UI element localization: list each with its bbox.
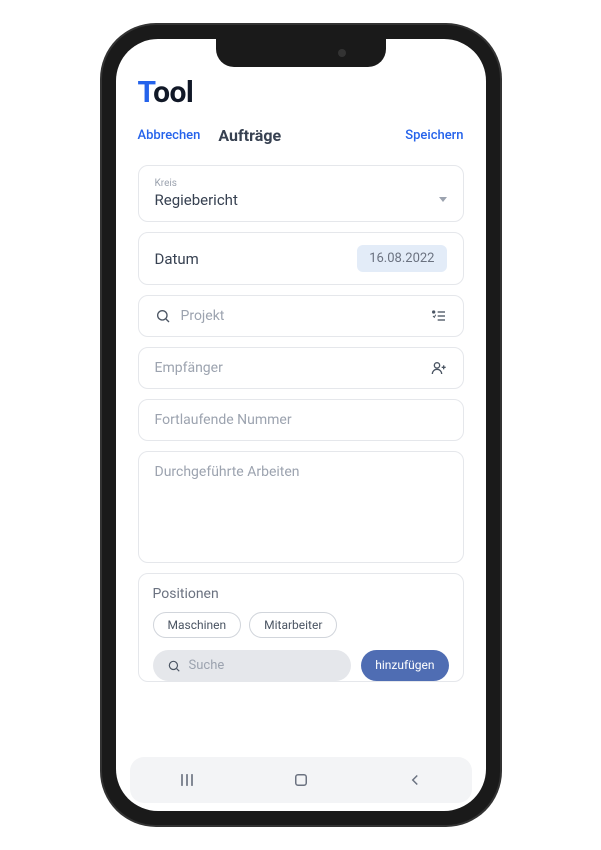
- cancel-button[interactable]: Abbrechen: [138, 128, 201, 143]
- nav-recent-button[interactable]: [177, 770, 197, 790]
- positionen-search-placeholder: Suche: [189, 658, 225, 673]
- phone-screen: Tool Abbrechen Aufträge Speichern Kreis …: [116, 39, 486, 811]
- empfaenger-placeholder: Empfänger: [155, 360, 421, 376]
- logo-accent: T: [138, 75, 154, 110]
- chip-mitarbeiter[interactable]: Mitarbeiter: [249, 612, 337, 638]
- datum-label: Datum: [155, 250, 199, 268]
- android-navbar: [130, 757, 472, 803]
- app-logo: Tool: [138, 75, 464, 110]
- empfaenger-input[interactable]: Empfänger: [138, 347, 464, 389]
- app-content: Tool Abbrechen Aufträge Speichern Kreis …: [116, 39, 486, 755]
- kreis-select[interactable]: Kreis Regiebericht: [138, 165, 464, 222]
- kreis-value: Regiebericht: [155, 191, 238, 209]
- fortlaufende-placeholder: Fortlaufende Nummer: [155, 412, 447, 428]
- search-icon: [155, 308, 171, 324]
- nav-back-button[interactable]: [406, 771, 424, 789]
- projekt-placeholder: Projekt: [181, 308, 421, 324]
- save-button[interactable]: Speichern: [405, 128, 463, 143]
- positionen-title: Positionen: [153, 586, 449, 602]
- search-icon: [167, 659, 181, 673]
- positionen-search-input[interactable]: Suche: [153, 650, 352, 681]
- kreis-label: Kreis: [155, 178, 447, 189]
- positionen-chips: Maschinen Mitarbeiter: [153, 612, 449, 638]
- page-title: Aufträge: [218, 126, 405, 145]
- datum-field[interactable]: Datum 16.08.2022: [138, 232, 464, 285]
- nav-home-button[interactable]: [292, 771, 310, 789]
- arbeiten-placeholder: Durchgeführte Arbeiten: [155, 464, 447, 480]
- datum-value[interactable]: 16.08.2022: [357, 245, 446, 272]
- positionen-card: Positionen Maschinen Mitarbeiter Suche h…: [138, 573, 464, 682]
- add-button[interactable]: hinzufügen: [361, 650, 448, 681]
- add-user-icon[interactable]: [431, 360, 447, 376]
- chip-maschinen[interactable]: Maschinen: [153, 612, 242, 638]
- phone-frame: Tool Abbrechen Aufträge Speichern Kreis …: [102, 25, 500, 825]
- projekt-input[interactable]: Projekt: [138, 295, 464, 337]
- logo-rest: ool: [153, 75, 193, 110]
- notch: [216, 39, 386, 67]
- chevron-down-icon: [439, 197, 447, 202]
- fortlaufende-input[interactable]: Fortlaufende Nummer: [138, 399, 464, 441]
- header-row: Abbrechen Aufträge Speichern: [138, 126, 464, 145]
- arbeiten-textarea[interactable]: Durchgeführte Arbeiten: [138, 451, 464, 563]
- filter-list-icon[interactable]: [431, 308, 447, 324]
